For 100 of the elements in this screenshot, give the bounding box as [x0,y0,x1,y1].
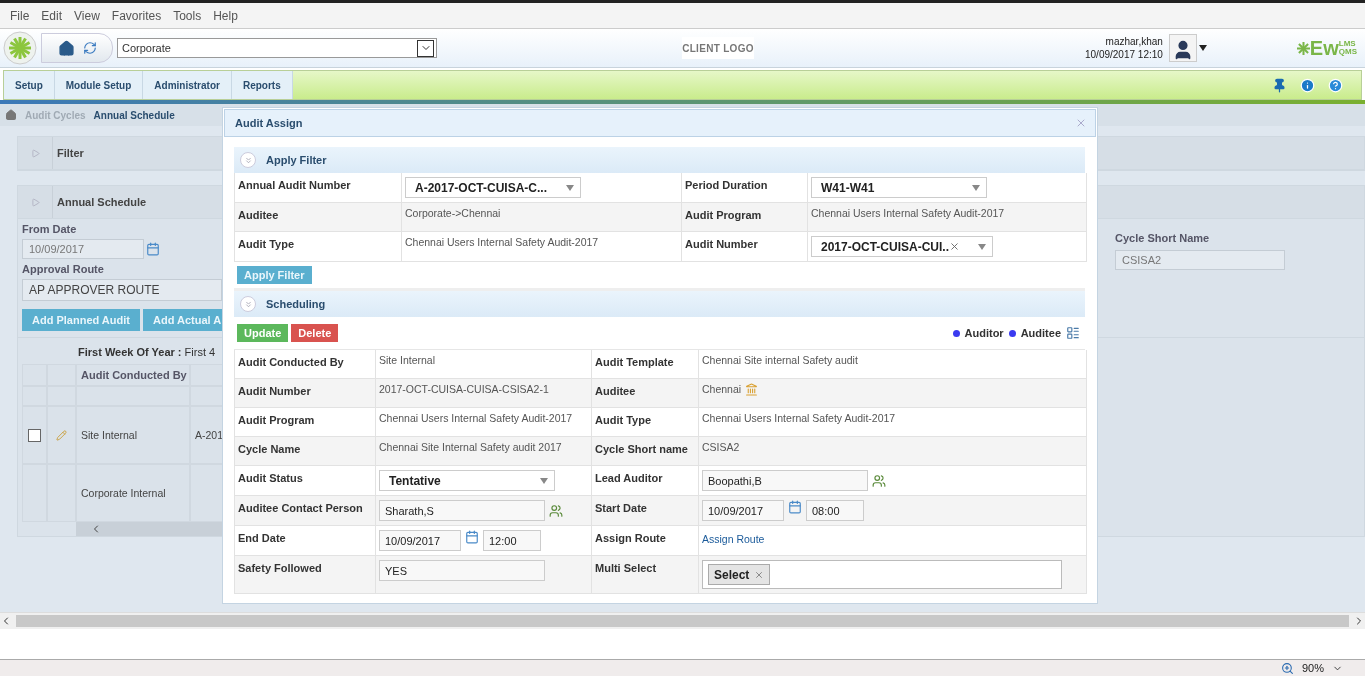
input-field[interactable]: CSISA2 [1115,250,1285,270]
dropdown[interactable]: 2017-OCT-CUISA-CUI.. [811,236,993,257]
date-field[interactable]: 10/09/2017 [702,500,784,521]
caret-icon [566,184,574,191]
menu-item[interactable]: Edit [35,8,69,23]
dropdown[interactable]: A-2017-OCT-CUISA-C... [405,177,581,198]
route-field[interactable]: AP APPROVER ROUTE [22,279,222,301]
menu-item[interactable]: View [68,8,106,23]
user-name: mazhar,khan [1105,35,1163,48]
users-icon[interactable] [872,474,886,488]
field-label: Audit Number [685,237,758,250]
clear-icon[interactable] [949,241,961,252]
app-logo [3,31,37,65]
pin-icon[interactable] [1272,77,1287,93]
section-title: Scheduling [266,298,326,310]
field-value: Chennai Users Internal Safety Audit-2017 [811,207,1005,219]
date-time: 10/09/2017 12:10 [1085,48,1163,61]
caret-icon[interactable] [1198,45,1207,51]
field-label: Auditee [595,384,636,397]
field-label: End Date [238,531,286,544]
field-label: Audit Status [238,471,303,484]
menu-item[interactable]: Tools [167,8,208,23]
dropdown[interactable]: Tentative [379,470,555,491]
table-cell: A-201 [195,429,224,441]
field-value: Chennai Site internal Safety audit [702,354,858,366]
field-label: Approval Route [22,263,104,275]
nav-tab[interactable]: Setup [4,71,55,99]
section-title: Apply Filter [266,154,327,166]
calendar-icon[interactable] [146,242,160,256]
caret-icon [540,477,548,484]
field-label: Audit Type [595,413,651,426]
building-icon [745,383,759,396]
panel-title: Filter [57,147,84,159]
field-label: Cycle Short Name [1115,232,1211,244]
scrollbar-thumb[interactable] [16,615,1349,627]
field-label: Start Date [595,501,647,514]
legend-label: Auditee [1020,327,1061,339]
help-icon[interactable] [1328,77,1343,93]
input-field[interactable]: Sharath,S [379,500,545,521]
field-value: Chennai Users Internal Safety Audit-2017 [405,236,599,248]
panel-title: Annual Schedule [57,196,147,208]
nav-tab[interactable]: Reports [231,71,293,99]
field-value: CSISA2 [702,441,740,453]
calendar-icon[interactable] [788,500,802,514]
field-value: Chennai Site Internal Safety audit 2017 [379,441,562,453]
field-label: Audit Number [238,384,311,397]
field-value: Site Internal [379,354,436,366]
breadcrumb-item[interactable]: Annual Schedule [93,109,175,121]
legend-label: Auditor [964,327,1004,339]
home-icon[interactable] [57,39,75,57]
users-icon[interactable] [549,504,563,518]
dropdown[interactable]: W41-W41 [811,177,987,198]
time-field[interactable]: 12:00 [483,530,541,551]
field-label: Assign Route [595,531,666,544]
remove-icon[interactable] [754,569,765,580]
caret-icon [972,184,980,191]
table-cell: Site Internal [81,429,138,441]
assign-route-link[interactable]: Assign Route [702,530,765,545]
client-logo: CLIENT LOGO [682,37,754,59]
calendar-icon[interactable] [465,530,479,544]
list-icon[interactable] [1066,326,1080,340]
field-value: Chennai Users Internal Safety Audit-2017 [379,412,573,424]
zoom-level[interactable]: 90% [1301,662,1324,674]
chevron-icon [417,39,434,57]
first-week-text: First Week Of Year : First 4 [78,346,216,358]
nav-tab[interactable]: Administrator [143,71,232,99]
info-icon[interactable] [1300,77,1315,93]
menu-item[interactable]: Favorites [105,8,168,23]
field-value: Corporate->Chennai [405,207,501,219]
field-label: From Date [22,223,77,235]
zoom-icon[interactable] [1280,661,1294,675]
table-cell: Corporate Internal [81,487,166,499]
site-dropdown[interactable]: Corporate [117,38,437,58]
nav-tab[interactable]: Module Setup [54,71,144,99]
field-label: Multi Select [595,561,657,574]
home-icon[interactable] [5,109,17,121]
menu-item[interactable]: File [4,8,36,23]
input-field[interactable]: YES [379,560,545,581]
avatar[interactable] [1168,34,1197,62]
field-value: Chennai [702,383,742,395]
multi-select-field[interactable]: Select [702,560,1062,589]
menu-item[interactable]: Help [207,8,244,23]
field-label: Audit Template [595,355,674,368]
field-label: Audit Program [685,208,762,221]
date-field[interactable]: 10/09/2017 [22,239,144,259]
field-label: Auditee [238,208,279,221]
tag-chip[interactable]: Select [708,564,771,585]
input-field[interactable]: Boopathi,B [702,470,868,491]
delete-button[interactable]: Delete [291,324,339,342]
field-value: Chennai Users Internal Safety Audit-2017 [702,412,896,424]
refresh-icon[interactable] [82,41,97,55]
field-label: Safety Followed [238,561,322,574]
field-value: 2017-OCT-CUISA-CUISA-CSISA2-1 [379,383,549,395]
field-label: Annual Audit Number [238,178,351,191]
date-field[interactable]: 10/09/2017 [379,530,461,551]
column-header: Audit Conducted By [81,369,187,381]
time-field[interactable]: 08:00 [806,500,864,521]
caret-icon [978,243,986,250]
checkbox[interactable] [28,428,41,442]
field-label: Period Duration [685,178,768,191]
